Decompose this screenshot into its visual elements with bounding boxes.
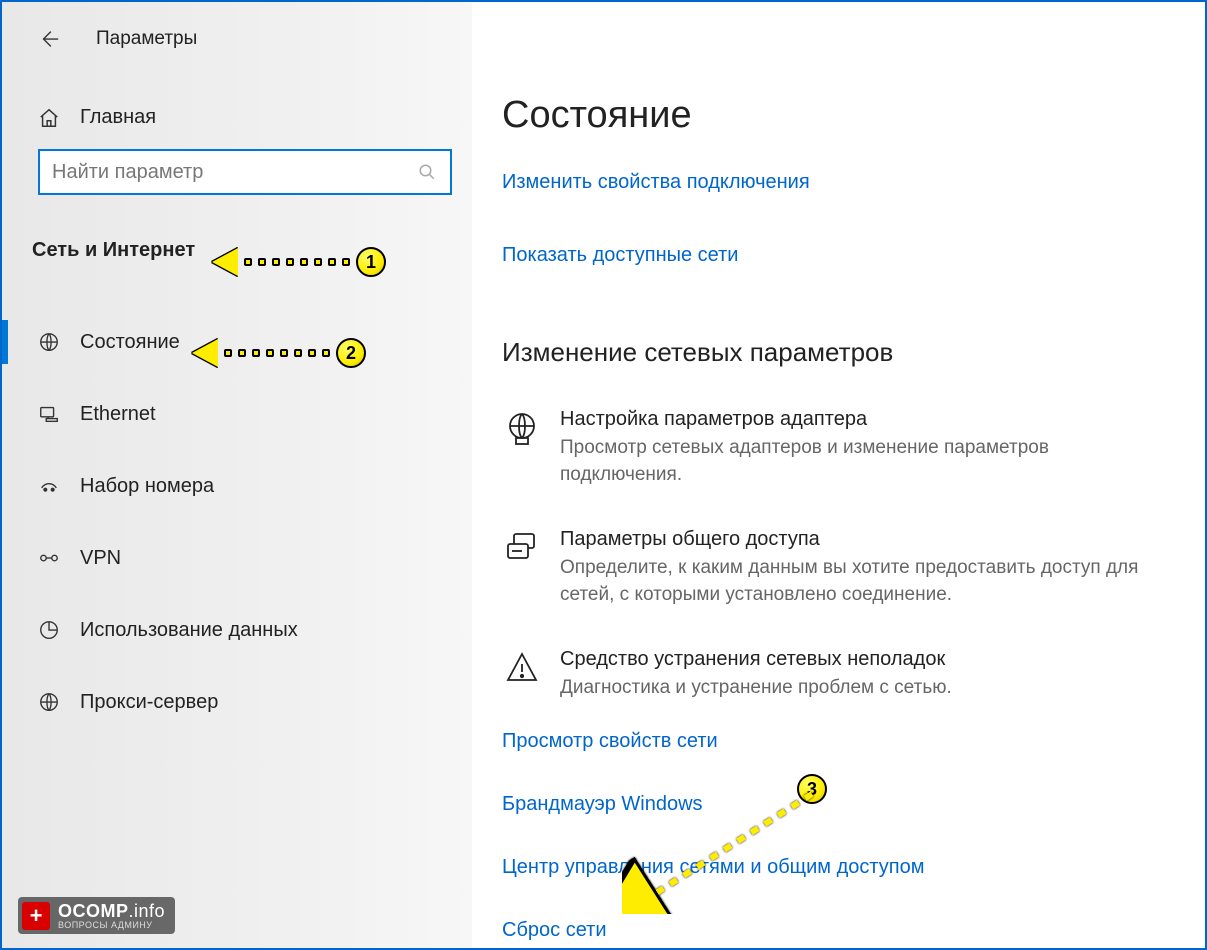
watermark-suffix: .info: [129, 901, 166, 921]
sidebar-item-label: VPN: [80, 547, 121, 570]
app-title: Параметры: [96, 28, 197, 50]
sidebar-item-proxy[interactable]: Прокси-сервер: [2, 666, 472, 738]
option-desc: Диагностика и устранение проблем с сетью…: [560, 675, 952, 702]
watermark-plus-icon: +: [22, 902, 50, 930]
link-view-network-props[interactable]: Просмотр свойств сети: [502, 730, 1175, 753]
option-title: Средство устранения сетевых неполадок: [560, 648, 952, 671]
option-title: Параметры общего доступа: [560, 528, 1160, 551]
home-icon: [38, 107, 60, 129]
link-show-available-networks[interactable]: Показать доступные сети: [502, 244, 1175, 267]
data-usage-icon: [38, 619, 60, 641]
option-sharing-settings[interactable]: Параметры общего доступа Определите, к к…: [502, 528, 1175, 608]
link-windows-firewall[interactable]: Брандмауэр Windows: [502, 793, 1175, 816]
option-desc: Определите, к каким данным вы хотите пре…: [560, 555, 1160, 608]
troubleshoot-icon: [502, 648, 542, 688]
option-troubleshooter[interactable]: Средство устранения сетевых неполадок Ди…: [502, 648, 1175, 702]
home-nav[interactable]: Главная: [2, 50, 472, 129]
header-row: Параметры: [2, 2, 472, 50]
settings-sidebar: Параметры Главная Сеть и Интернет Состоя…: [2, 2, 472, 948]
option-title: Настройка параметров адаптера: [560, 408, 1160, 431]
nav-list: Состояние Ethernet Набор номера VPN: [2, 306, 472, 738]
search-box[interactable]: [38, 149, 452, 195]
watermark-brand: OCOMP: [58, 901, 129, 921]
ethernet-icon: [38, 403, 60, 425]
sidebar-section-title: Сеть и Интернет: [32, 239, 472, 262]
proxy-icon: [38, 691, 60, 713]
option-adapter-settings[interactable]: Настройка параметров адаптера Просмотр с…: [502, 408, 1175, 488]
sidebar-item-label: Использование данных: [80, 619, 298, 642]
search-input[interactable]: [40, 161, 418, 184]
watermark-tagline: ВОПРОСЫ АДМИНУ: [58, 920, 165, 930]
sidebar-item-vpn[interactable]: VPN: [2, 522, 472, 594]
home-label: Главная: [80, 106, 156, 129]
link-network-reset[interactable]: Сброс сети: [502, 919, 1175, 942]
sidebar-item-dialup[interactable]: Набор номера: [2, 450, 472, 522]
sidebar-item-label: Ethernet: [80, 403, 156, 426]
sidebar-item-label: Состояние: [80, 331, 180, 354]
back-arrow-icon[interactable]: [38, 28, 60, 50]
sidebar-item-ethernet[interactable]: Ethernet: [2, 378, 472, 450]
sidebar-item-label: Набор номера: [80, 475, 214, 498]
globe-icon: [38, 331, 60, 353]
option-desc: Просмотр сетевых адаптеров и изменение п…: [560, 435, 1160, 488]
link-network-sharing-center[interactable]: Центр управления сетями и общим доступом: [502, 856, 1175, 879]
adapter-icon: [502, 408, 542, 448]
sidebar-item-status[interactable]: Состояние: [2, 306, 472, 378]
vpn-icon: [38, 547, 60, 569]
dialup-icon: [38, 475, 60, 497]
search-icon: [418, 163, 436, 181]
sidebar-item-label: Прокси-сервер: [80, 691, 218, 714]
subheader-network-params: Изменение сетевых параметров: [502, 337, 1175, 368]
main-content: Состояние Изменить свойства подключения …: [472, 2, 1205, 948]
page-title: Состояние: [502, 94, 1175, 137]
sidebar-item-data-usage[interactable]: Использование данных: [2, 594, 472, 666]
link-change-connection-props[interactable]: Изменить свойства подключения: [502, 171, 1175, 194]
sharing-icon: [502, 528, 542, 568]
watermark: + OCOMP.info ВОПРОСЫ АДМИНУ: [18, 897, 175, 934]
